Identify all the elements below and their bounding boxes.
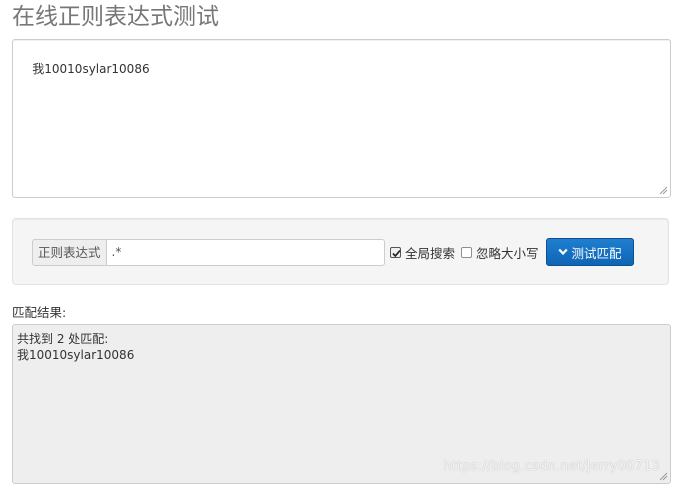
ignore-case-label: 忽略大小写 — [476, 245, 539, 261]
test-match-button-label: 测试匹配 — [571, 245, 622, 261]
result-output-area[interactable]: 共找到 2 处匹配: 我10010sylar10086 https://blog… — [12, 324, 671, 484]
resize-grip-icon[interactable] — [659, 472, 668, 481]
ignore-case-checkbox[interactable] — [461, 246, 472, 258]
global-search-option[interactable]: 全局搜索 — [390, 243, 455, 261]
source-text-value: 我10010sylar10086 — [32, 62, 150, 76]
check-icon — [392, 249, 401, 257]
test-match-button[interactable]: 测试匹配 — [546, 238, 634, 266]
regex-test-page: 在线正则表达式测试 我10010sylar10086 正则表达式 .* 全局搜索… — [0, 0, 679, 490]
watermark-text: https://blog.csdn.net/Jerry00713 — [443, 459, 660, 474]
source-text-area[interactable]: 我10010sylar10086 — [12, 39, 671, 198]
regex-addon-label: 正则表达式 — [32, 239, 106, 266]
regex-input[interactable]: .* — [105, 239, 385, 266]
ignore-case-option[interactable]: 忽略大小写 — [461, 243, 539, 261]
global-search-label: 全局搜索 — [405, 245, 456, 261]
regex-toolbar-panel: 正则表达式 .* 全局搜索 忽略大小写 测试匹配 — [12, 218, 669, 285]
result-label: 匹配结果: — [12, 305, 67, 320]
resize-grip-icon[interactable] — [659, 186, 668, 195]
match-result-line: 我10010sylar10086 — [17, 348, 135, 362]
regex-input-group: 正则表达式 .* — [32, 239, 385, 266]
page-title: 在线正则表达式测试 — [12, 4, 219, 30]
global-search-checkbox[interactable] — [390, 246, 401, 258]
chevron-down-icon — [558, 248, 569, 256]
match-count-summary: 共找到 2 处匹配: — [17, 332, 109, 346]
